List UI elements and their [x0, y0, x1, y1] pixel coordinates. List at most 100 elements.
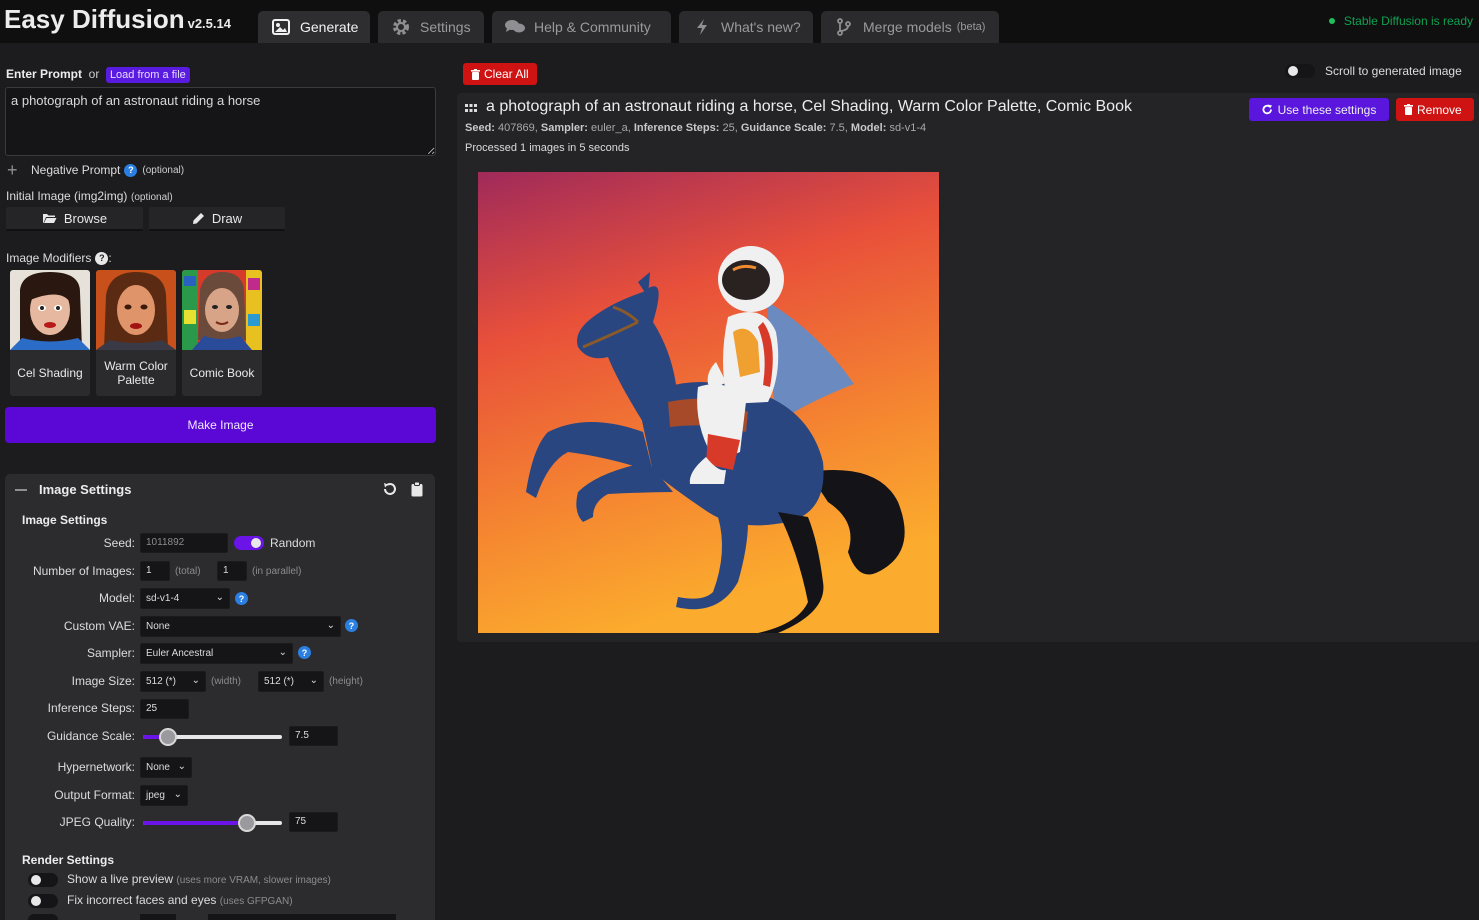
meta-key: Sampler: [540, 122, 588, 134]
next-toggle-partial[interactable] [28, 914, 58, 920]
panel-title: Image Settings [39, 482, 132, 497]
meta-guidance: 7.5, [829, 122, 848, 134]
tab-whats-new[interactable]: What's new? [679, 11, 813, 43]
next-input-partial[interactable] [140, 914, 176, 920]
remove-button[interactable]: Remove [1396, 98, 1474, 121]
live-preview-hint: (uses more VRAM, slower images) [176, 875, 331, 886]
scroll-to-image-label: Scroll to generated image [1325, 64, 1462, 78]
height-select[interactable]: 512 (*) ⌄ [258, 671, 324, 692]
meta-model: sd-v1-4 [889, 122, 927, 134]
draw-button[interactable]: Draw [149, 207, 285, 231]
app-version: v2.5.14 [187, 16, 231, 31]
live-preview-toggle[interactable] [28, 873, 58, 887]
status-text: Stable Diffusion is ready [1343, 14, 1473, 28]
seed-input[interactable]: 1011892 [140, 533, 228, 553]
chevron-down-icon: ⌄ [215, 592, 224, 603]
reset-icon[interactable] [382, 481, 398, 500]
optional-hint: (optional) [131, 192, 173, 203]
modifier-label: Comic Book [189, 366, 255, 380]
tab-generate[interactable]: Generate [258, 11, 370, 43]
fix-faces-label: Fix incorrect faces and eyes [67, 893, 217, 907]
prompt-header: Enter Prompt or Load from a file [6, 66, 190, 83]
top-bar: Easy Diffusion v2.5.14 Generate Settings … [0, 0, 1479, 43]
tab-label: Merge models [863, 19, 952, 35]
meta-key: Seed: [465, 122, 495, 134]
jpeg-quality-slider[interactable] [143, 814, 282, 832]
num-images-label: Number of Images: [32, 564, 135, 578]
jpeg-quality-label: JPEG Quality: [59, 815, 135, 829]
prompt-label: Enter Prompt [6, 67, 83, 81]
status-dot-icon [1328, 18, 1335, 24]
inference-steps-input[interactable]: 25 [140, 699, 189, 719]
meta-key: Inference Steps: [633, 122, 720, 134]
tab-settings[interactable]: Settings [378, 11, 484, 43]
draw-label: Draw [211, 210, 243, 226]
tab-label: Generate [300, 19, 359, 35]
tab-label: Help & Community [534, 19, 651, 35]
meta-steps: 25, [722, 122, 738, 134]
make-image-button[interactable]: Make Image [5, 407, 436, 443]
sampler-value: Euler Ancestral [146, 648, 214, 659]
drag-handle-icon[interactable] [465, 102, 477, 117]
toggle-knob [251, 538, 261, 548]
prompt-input[interactable]: a photograph of an astronaut riding a ho… [5, 87, 436, 156]
custom-vae-select[interactable]: None ⌄ [140, 616, 341, 637]
slider-fill [143, 821, 248, 825]
help-icon[interactable]: ? [124, 163, 138, 177]
clipboard-icon[interactable] [410, 481, 424, 500]
tab-merge-models[interactable]: Merge models (beta) [821, 11, 999, 43]
render-settings-title: Render Settings [22, 853, 115, 867]
width-value: 512 (*) [146, 676, 177, 687]
trash-icon [1404, 104, 1413, 115]
image-settings-collapse[interactable]: Image Settings [15, 482, 131, 497]
app-title: Easy Diffusion [4, 4, 185, 34]
scroll-to-image-toggle[interactable] [1285, 64, 1315, 78]
next-select-partial[interactable] [208, 914, 396, 920]
meta-key: Guidance Scale: [740, 122, 827, 134]
random-seed-toggle[interactable] [234, 536, 264, 550]
server-status: Stable Diffusion is ready [1328, 14, 1473, 28]
clear-all-button[interactable]: Clear All [463, 63, 537, 85]
slider-thumb[interactable] [159, 728, 178, 746]
fix-faces-toggle[interactable] [28, 894, 58, 908]
seed-label: Seed: [103, 536, 135, 550]
chevron-down-icon: ⌄ [278, 647, 287, 658]
random-label: Random [270, 536, 316, 550]
negative-prompt-toggle[interactable]: + Negative Prompt ? (optional) [7, 161, 185, 179]
guidance-scale-slider[interactable] [143, 728, 282, 746]
initial-image-label: Initial Image (img2img) [6, 189, 128, 203]
clear-all-label: Clear All [484, 67, 529, 81]
modifier-card-cel-shading[interactable]: Cel Shading [10, 270, 90, 396]
output-format-select[interactable]: jpeg ⌄ [140, 785, 188, 806]
help-icon[interactable]: ? [95, 251, 109, 265]
model-select[interactable]: sd-v1-4 ⌄ [140, 588, 230, 609]
generated-image[interactable] [478, 172, 939, 633]
load-from-file-button[interactable]: Load from a file [105, 67, 190, 83]
guidance-scale-label: Guidance Scale: [46, 729, 135, 743]
help-icon[interactable]: ? [235, 592, 248, 605]
image-modifiers-header: Image Modifiers ? : [6, 251, 112, 265]
tab-help-community[interactable]: Help & Community [492, 11, 671, 43]
initial-image-header: Initial Image (img2img) (optional) [6, 188, 173, 203]
modifier-card-comic-book[interactable]: Comic Book [182, 270, 262, 396]
meta-seed: 407869, [498, 122, 538, 134]
guidance-scale-input[interactable]: 7.5 [289, 726, 338, 746]
optional-hint: (optional) [142, 164, 185, 176]
fix-faces-row: Fix incorrect faces and eyes (uses GFPGA… [67, 893, 293, 907]
folder-icon [42, 212, 57, 224]
toggle-knob [1288, 66, 1298, 76]
use-these-settings-button[interactable]: Use these settings [1249, 98, 1389, 121]
width-select[interactable]: 512 (*) ⌄ [140, 671, 206, 692]
task-metadata: Seed: 407869, Sampler: euler_a, Inferenc… [465, 122, 926, 134]
hypernetwork-select[interactable]: None ⌄ [140, 757, 192, 778]
browse-button[interactable]: Browse [6, 207, 143, 231]
num-parallel-input[interactable]: 1 [217, 561, 247, 581]
num-images-input[interactable]: 1 [140, 561, 170, 581]
sampler-select[interactable]: Euler Ancestral ⌄ [140, 643, 293, 664]
help-icon[interactable]: ? [298, 646, 311, 659]
prompt-or-text: or [88, 67, 100, 81]
modifier-card-warm-color-palette[interactable]: Warm Color Palette [96, 270, 176, 396]
jpeg-quality-input[interactable]: 75 [289, 812, 338, 832]
toggle-knob [31, 875, 41, 885]
help-icon[interactable]: ? [345, 619, 358, 632]
